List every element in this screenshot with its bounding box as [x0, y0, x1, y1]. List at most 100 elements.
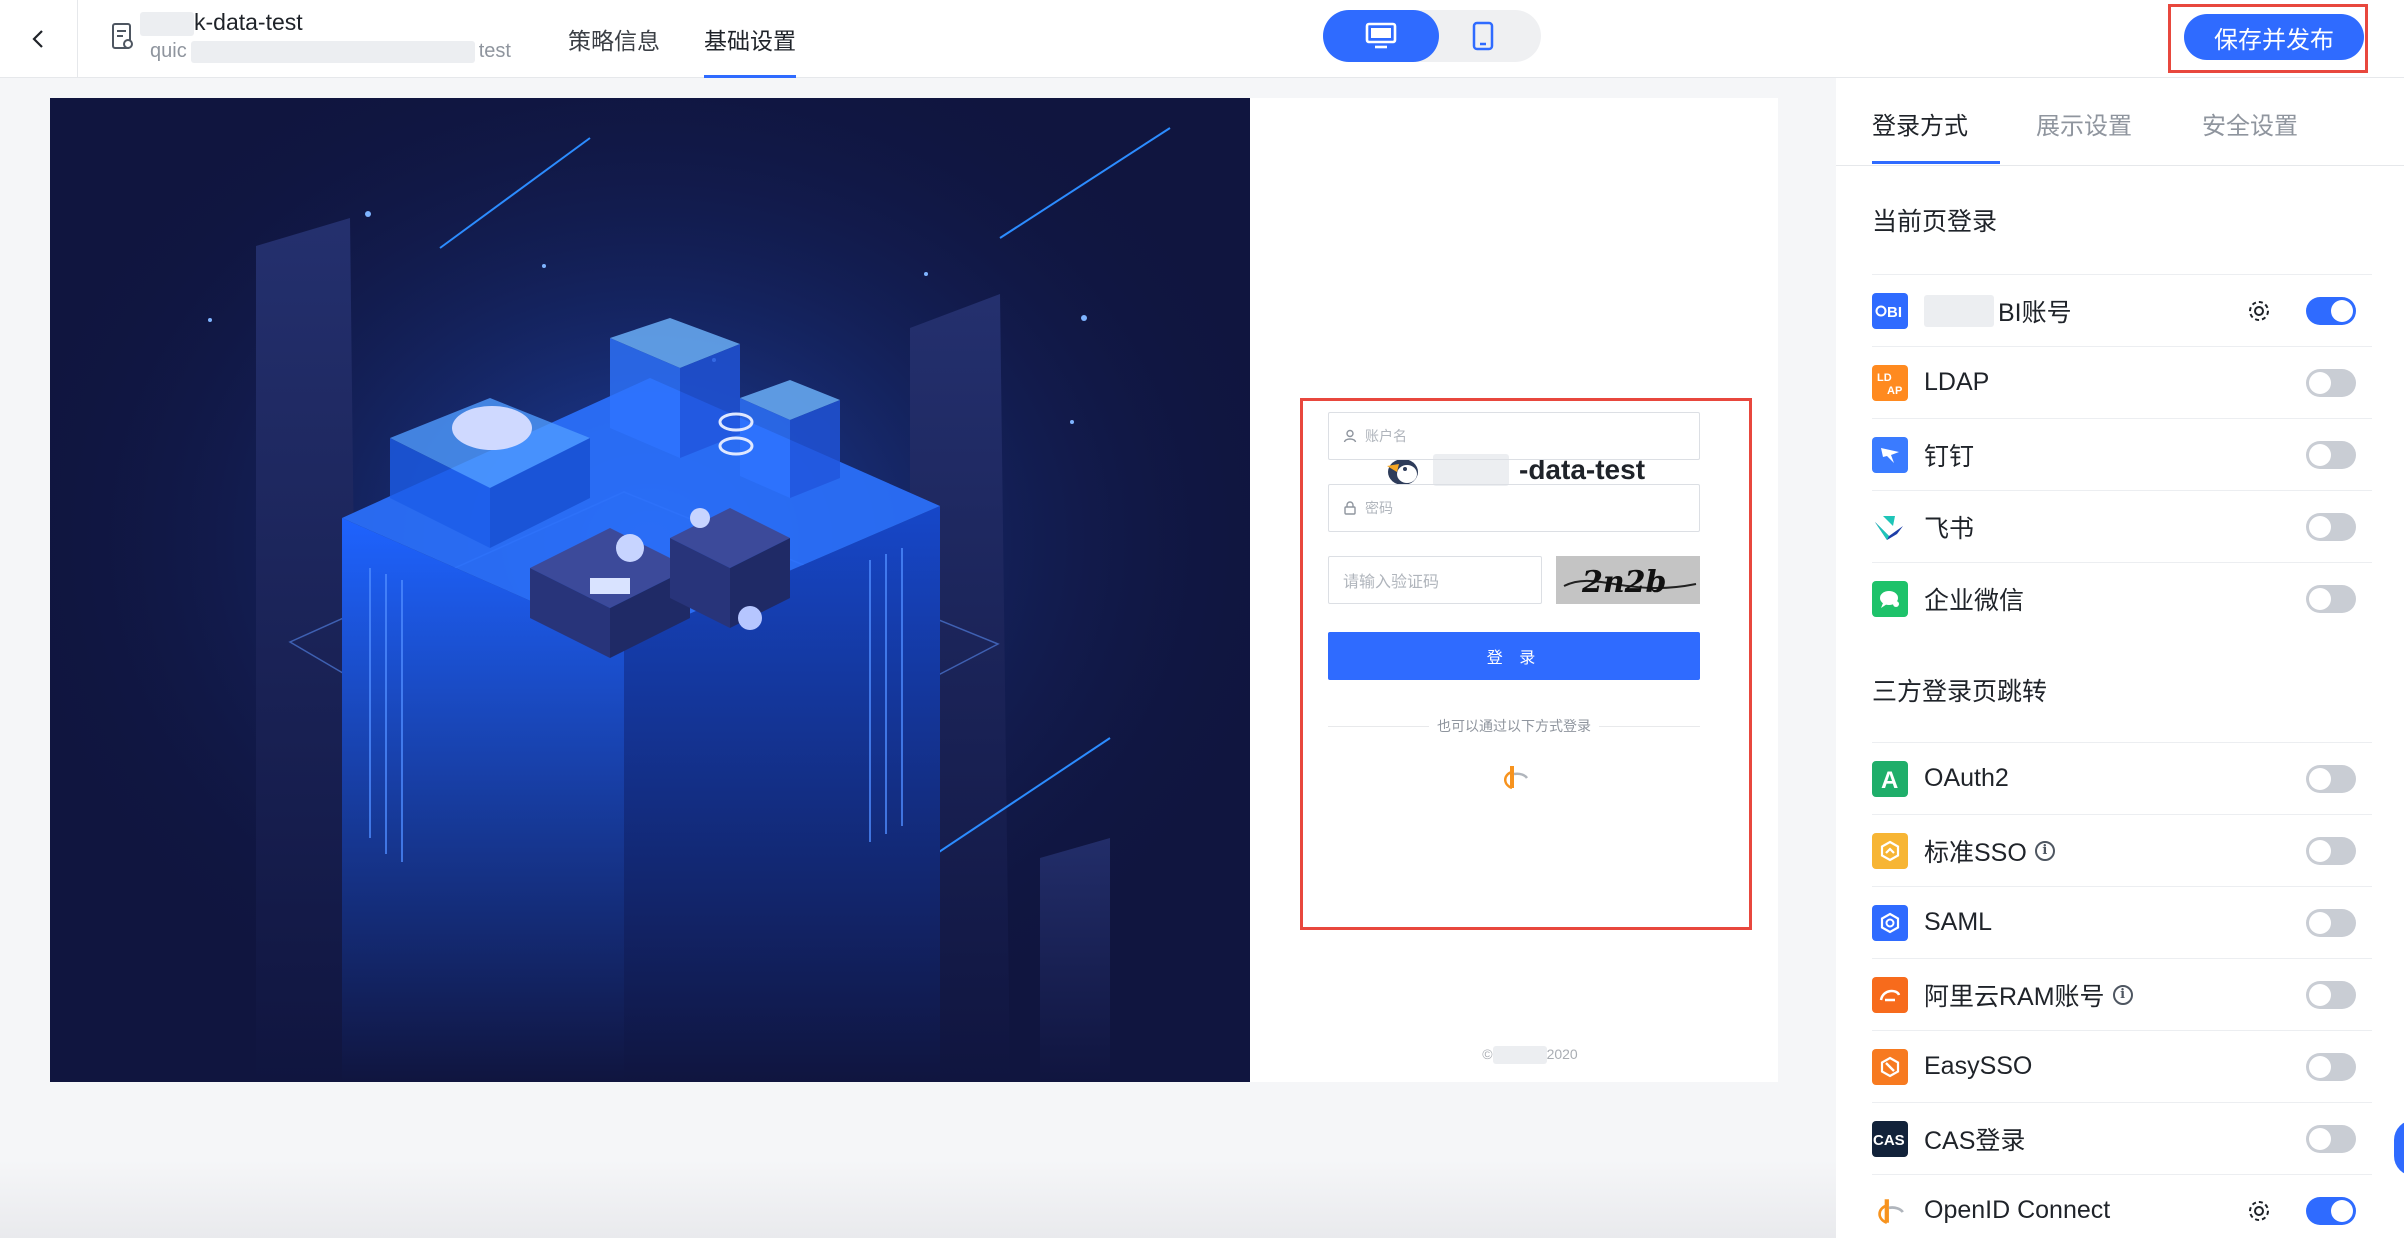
tab-display-settings[interactable]: 展示设置 [2036, 106, 2132, 141]
svg-text:AP: AP [1887, 385, 1902, 397]
feishu-icon [1872, 508, 1908, 545]
method-row-wecom: 企业微信 [1872, 562, 2372, 634]
info-icon[interactable]: i [2112, 984, 2133, 1005]
device-switch [1323, 10, 1541, 62]
password-field[interactable]: 密码 [1328, 484, 1700, 532]
tab-login-method[interactable]: 登录方式 [1872, 106, 1968, 141]
section-thirdparty-login: 三方登录页跳转 [1872, 678, 2048, 706]
method-label: CAS登录 [1924, 1126, 2026, 1155]
method-row-cas: CAS CAS登录 [1872, 1102, 2372, 1174]
toggle-aliyun-ram[interactable] [2306, 981, 2356, 1009]
method-label: BI账号 [1998, 298, 2072, 327]
svg-text:BI: BI [1887, 304, 1902, 321]
copyright-prefix: © [1482, 1046, 1493, 1062]
wecom-icon [1872, 580, 1908, 617]
method-label: LDAP [1924, 368, 1990, 396]
toggle-dingtalk[interactable] [2306, 441, 2356, 469]
toggle-oauth2[interactable] [2306, 765, 2356, 793]
strategy-title-text: k-data-test [194, 9, 303, 35]
cas-icon: CAS [1872, 1120, 1908, 1157]
back-button[interactable] [0, 0, 78, 78]
captcha-image[interactable]: 2n2b [1556, 556, 1700, 604]
sso-icon [1872, 832, 1908, 869]
hero-illustration [50, 98, 1250, 1082]
easysso-icon [1872, 1048, 1908, 1085]
gear-icon[interactable] [2246, 298, 2272, 324]
settings-panel: 登录方式 展示设置 安全设置 当前页登录 BI BI账号 LD AP LDAP 钉… [1836, 78, 2404, 1238]
method-row-saml: SAML [1872, 886, 2372, 958]
bottom-fade [0, 1160, 1836, 1238]
tab-security-settings[interactable]: 安全设置 [2202, 106, 2298, 141]
captcha-input[interactable]: 请输入验证码 [1328, 556, 1542, 604]
section-current-page-login: 当前页登录 [1872, 208, 1998, 236]
isometric-city-illustration [50, 98, 1250, 1082]
lock-icon [1344, 501, 1356, 515]
document-icon [112, 23, 133, 49]
method-label: OAuth2 [1924, 764, 2009, 792]
openid-login-icon[interactable] [1500, 762, 1530, 792]
dingtalk-icon [1872, 436, 1908, 473]
mobile-preview-button[interactable] [1425, 10, 1541, 62]
toggle-standard-sso[interactable] [2306, 837, 2356, 865]
toggle-openid-connect[interactable] [2306, 1197, 2356, 1225]
svg-text:CAS: CAS [1873, 1132, 1905, 1149]
quickbi-icon: BI [1872, 292, 1908, 329]
method-label: 企业微信 [1924, 586, 2025, 615]
gear-icon[interactable] [2246, 1198, 2272, 1224]
method-row-dingtalk: 钉钉 [1872, 418, 2372, 490]
top-bar: k-data-test quic test 策略信息 基础设置 保存并发布 [0, 0, 2404, 78]
username-placeholder: 账户名 [1365, 428, 1407, 444]
copyright-year: 2020 [1546, 1046, 1578, 1062]
method-row-feishu: 飞书 [1872, 490, 2372, 562]
toggle-saml[interactable] [2306, 909, 2356, 937]
tab-basic-settings[interactable]: 基础设置 [704, 0, 796, 78]
method-label: 阿里云RAM账号 [1924, 982, 2105, 1011]
username-field[interactable]: 账户名 [1328, 412, 1700, 460]
saml-icon [1872, 904, 1908, 941]
desktop-preview-button[interactable] [1323, 10, 1439, 62]
info-icon[interactable]: i [2034, 840, 2055, 861]
aliyun-ram-icon [1872, 976, 1908, 1013]
method-row-openid-connect: OpenID Connect [1872, 1174, 2372, 1238]
subtitle-suffix: test [478, 40, 511, 62]
svg-text:LD: LD [1877, 372, 1892, 384]
method-label: 飞书 [1924, 514, 1975, 543]
method-label: 钉钉 [1924, 442, 1975, 471]
method-row-easysso: EasySSO [1872, 1030, 2372, 1102]
toggle-easysso[interactable] [2306, 1053, 2356, 1081]
toggle-wecom[interactable] [2306, 585, 2356, 613]
top-tabs: 策略信息 基础设置 [568, 0, 796, 78]
user-icon [1343, 429, 1357, 443]
oauth2-icon: A [1872, 760, 1908, 797]
method-row-bi-account: BI BI账号 [1872, 274, 2372, 346]
desktop-icon [1365, 22, 1397, 49]
toggle-ldap[interactable] [2306, 369, 2356, 397]
login-page-preview: -data-test 账户名 密码 请输入验证码 2n2b 登 录 也可以通过以… [50, 98, 1778, 1082]
toggle-feishu[interactable] [2306, 513, 2356, 541]
subtitle-prefix: quic [150, 40, 187, 62]
ldap-icon: LD AP [1872, 364, 1908, 401]
alt-login-caption-text: 也可以通过以下方式登录 [1429, 718, 1599, 734]
mobile-icon [1472, 21, 1494, 51]
panel-tabs: 登录方式 展示设置 安全设置 [1836, 78, 2404, 166]
method-label-with-info: 标准SSO i [1924, 833, 2055, 869]
password-placeholder: 密码 [1365, 500, 1393, 516]
method-label: EasySSO [1924, 1052, 2033, 1080]
login-button[interactable]: 登 录 [1328, 632, 1700, 680]
toggle-bi-account[interactable] [2306, 297, 2356, 325]
alt-login-caption: 也可以通过以下方式登录 [1328, 716, 1700, 736]
strategy-title: k-data-test [140, 9, 303, 36]
strategy-subtitle: quic test [150, 40, 511, 63]
method-label: OpenID Connect [1924, 1196, 2111, 1224]
captcha-graphic: 2n2b [1556, 556, 1700, 604]
method-label: SAML [1924, 908, 1993, 936]
method-row-ldap: LD AP LDAP [1872, 346, 2372, 418]
tab-strategy-info[interactable]: 策略信息 [568, 0, 660, 78]
chevron-left-icon [31, 30, 43, 48]
svg-text:A: A [1881, 767, 1898, 791]
toggle-cas[interactable] [2306, 1125, 2356, 1153]
openid-icon [1872, 1192, 1908, 1229]
save-and-publish-button[interactable]: 保存并发布 [2184, 14, 2364, 60]
copyright: © 2020 [1430, 1046, 1630, 1065]
method-label: 标准SSO [1924, 838, 2027, 867]
